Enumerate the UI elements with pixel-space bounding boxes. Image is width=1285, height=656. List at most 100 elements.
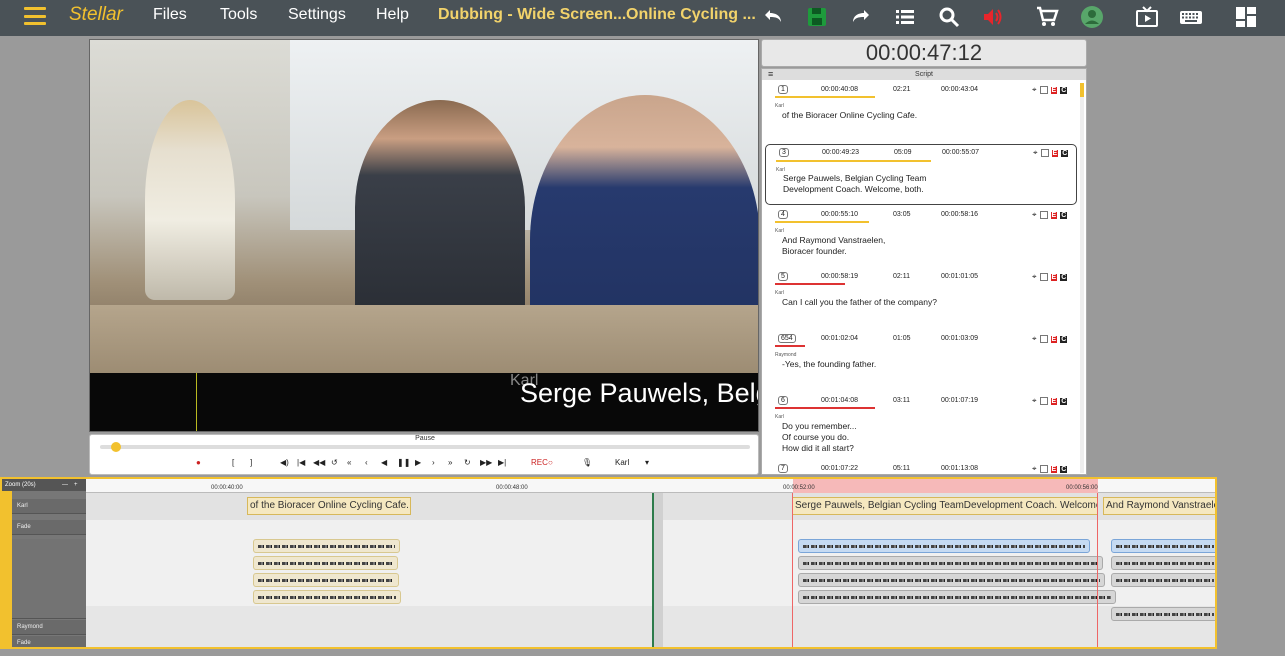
cue-in[interactable]: 00:01:04:08 bbox=[821, 397, 858, 404]
cue-out[interactable]: 00:00:58:16 bbox=[941, 211, 978, 218]
audio-clip[interactable] bbox=[253, 590, 401, 604]
cue-text[interactable]: Serge Pauwels, Belgian Cycling Team Deve… bbox=[783, 173, 1073, 195]
cue-out-marker[interactable] bbox=[1097, 493, 1098, 647]
subtitle-clip-4[interactable]: And Raymond Vanstraelen bbox=[1103, 497, 1215, 515]
cue-text[interactable]: -Yes, the founding father. bbox=[782, 359, 1072, 370]
edit-e-icon[interactable]: E bbox=[1050, 211, 1058, 219]
audio-clip[interactable] bbox=[253, 539, 400, 553]
cue-out[interactable]: 00:01:07:19 bbox=[941, 397, 978, 404]
go-start-icon[interactable]: |◀ bbox=[297, 458, 305, 467]
audio-clip[interactable] bbox=[1111, 607, 1215, 621]
cue-1[interactable]: 1 00:00:40:08 02:21 00:00:43:04 Karl of … bbox=[765, 85, 1077, 143]
menu-tools[interactable]: Tools bbox=[220, 6, 257, 24]
cue-in[interactable]: 00:00:58:19 bbox=[821, 273, 858, 280]
audio-clip[interactable] bbox=[1111, 539, 1215, 553]
rewind-fast-icon[interactable]: ◀◀ bbox=[313, 458, 325, 467]
cue-654[interactable]: 654 00:01:02:04 01:05 00:01:03:09 Raymon… bbox=[765, 334, 1077, 392]
edit-e-icon[interactable]: E bbox=[1050, 397, 1058, 405]
video-name[interactable]: Online Cycling ... bbox=[626, 6, 756, 24]
edit-c-icon[interactable]: C bbox=[1060, 335, 1068, 343]
crosshair-icon[interactable]: ⌖ bbox=[1032, 85, 1037, 95]
prev-cue-icon[interactable]: « bbox=[347, 458, 351, 467]
crosshair-icon[interactable]: ⌖ bbox=[1033, 148, 1038, 158]
rec-button[interactable]: REC bbox=[531, 458, 548, 467]
pause-icon[interactable]: ❚❚ bbox=[397, 458, 410, 467]
edit-c-icon[interactable]: C bbox=[1060, 211, 1068, 219]
cue-7[interactable]: 7 00:01:07:22 05:11 00:01:13:08 ⌖ E C bbox=[765, 464, 1077, 474]
cue-checkbox[interactable] bbox=[1039, 273, 1048, 281]
cue-6[interactable]: 6 00:01:04:08 03:11 00:01:07:19 Karl Do … bbox=[765, 396, 1077, 460]
cue-text[interactable]: of the Bioracer Online Cycling Cafe. bbox=[782, 110, 1072, 121]
edit-c-icon[interactable]: C bbox=[1061, 149, 1069, 157]
replay-icon[interactable]: ↺ bbox=[331, 458, 338, 467]
audio-clip[interactable] bbox=[253, 573, 399, 587]
cart-icon[interactable] bbox=[1034, 4, 1060, 30]
track-raymond-fade[interactable]: Fade bbox=[12, 636, 86, 647]
speaker-user-icon[interactable]: ● bbox=[196, 458, 201, 467]
cue-out[interactable]: 00:01:03:09 bbox=[941, 335, 978, 342]
track-raymond[interactable]: Raymond bbox=[12, 620, 86, 635]
go-end-icon[interactable]: ▶| bbox=[498, 458, 506, 467]
crosshair-icon[interactable]: ⌖ bbox=[1032, 210, 1037, 220]
microphone-icon[interactable]: 🎙 bbox=[582, 458, 592, 467]
cue-in-marker[interactable] bbox=[792, 493, 793, 647]
volume-small-icon[interactable]: ◀) bbox=[280, 458, 289, 467]
tv-icon[interactable] bbox=[1134, 4, 1160, 30]
video-player[interactable]: Karl Serge Pauwels, Belgian C bbox=[89, 39, 759, 432]
edit-c-icon[interactable]: C bbox=[1060, 273, 1068, 281]
cue-5[interactable]: 5 00:00:58:19 02:11 00:01:01:05 Karl Can… bbox=[765, 272, 1077, 330]
step-forward-icon[interactable]: › bbox=[432, 458, 435, 467]
timeline-tracks[interactable]: of the Bioracer Online Cycling Cafe. Ser… bbox=[86, 493, 1215, 647]
audio-clip-selected[interactable] bbox=[798, 539, 1090, 553]
cue-text[interactable]: Do you remember... Of course you do. How… bbox=[782, 421, 1072, 454]
undo-icon[interactable] bbox=[760, 4, 786, 30]
forward-replay-icon[interactable]: ↻ bbox=[464, 458, 471, 467]
edit-e-icon[interactable]: E bbox=[1050, 335, 1058, 343]
crosshair-icon[interactable]: ⌖ bbox=[1032, 334, 1037, 344]
chevron-down-icon[interactable]: ▾ bbox=[645, 458, 649, 467]
edit-e-icon[interactable]: E bbox=[1050, 273, 1058, 281]
save-icon[interactable] bbox=[804, 4, 830, 30]
subtitle-clip-1[interactable]: of the Bioracer Online Cycling Cafe. bbox=[247, 497, 411, 515]
script-scrollbar[interactable] bbox=[1080, 83, 1084, 473]
mark-in-icon[interactable]: [ bbox=[232, 458, 234, 467]
next-cue-icon[interactable]: » bbox=[448, 458, 452, 467]
progress-track[interactable] bbox=[100, 445, 750, 449]
menu-files[interactable]: Files bbox=[153, 6, 187, 24]
edit-c-icon[interactable]: C bbox=[1060, 397, 1068, 405]
hamburger-menu-icon[interactable] bbox=[24, 7, 46, 25]
cue-in[interactable]: 00:00:55:10 bbox=[821, 211, 858, 218]
cue-in[interactable]: 00:00:49:23 bbox=[822, 149, 859, 156]
cue-checkbox[interactable] bbox=[1039, 211, 1048, 219]
rec-circle-icon[interactable]: ○ bbox=[548, 458, 553, 467]
edit-e-icon[interactable]: E bbox=[1050, 465, 1058, 473]
edit-c-icon[interactable]: C bbox=[1060, 86, 1068, 94]
track-karl[interactable]: Karl bbox=[12, 499, 86, 514]
audio-clip[interactable] bbox=[798, 556, 1103, 570]
keyboard-icon[interactable] bbox=[1178, 4, 1204, 30]
cue-checkbox[interactable] bbox=[1039, 86, 1048, 94]
cue-in[interactable]: 00:00:40:08 bbox=[821, 86, 858, 93]
edit-e-icon[interactable]: E bbox=[1051, 149, 1059, 157]
mark-out-icon[interactable]: ] bbox=[250, 458, 252, 467]
cue-3[interactable]: 3 00:00:49:23 05:09 00:00:55:07 Karl Ser… bbox=[765, 144, 1077, 205]
crosshair-icon[interactable]: ⌖ bbox=[1032, 396, 1037, 406]
script-menu-icon[interactable]: ≡ bbox=[768, 69, 773, 80]
zoom-control[interactable]: Zoom (20s) — + bbox=[2, 479, 86, 491]
cue-text[interactable]: Can I call you the father of the company… bbox=[782, 297, 1072, 308]
menu-settings[interactable]: Settings bbox=[288, 6, 346, 24]
audio-clip[interactable] bbox=[798, 590, 1116, 604]
cue-checkbox[interactable] bbox=[1039, 465, 1048, 473]
audio-clip[interactable] bbox=[798, 573, 1105, 587]
audio-clip[interactable] bbox=[1111, 573, 1215, 587]
progress-knob[interactable] bbox=[111, 442, 121, 452]
list-icon[interactable] bbox=[892, 4, 918, 30]
cue-in[interactable]: 00:01:07:22 bbox=[821, 465, 858, 472]
cue-checkbox[interactable] bbox=[1040, 149, 1049, 157]
edit-c-icon[interactable]: C bbox=[1060, 465, 1068, 473]
cue-out[interactable]: 00:01:01:05 bbox=[941, 273, 978, 280]
cue-in[interactable]: 00:01:02:04 bbox=[821, 335, 858, 342]
forward-fast-icon[interactable]: ▶▶ bbox=[480, 458, 492, 467]
step-back-icon[interactable]: ‹ bbox=[365, 458, 368, 467]
user-avatar-icon[interactable] bbox=[1079, 4, 1105, 30]
